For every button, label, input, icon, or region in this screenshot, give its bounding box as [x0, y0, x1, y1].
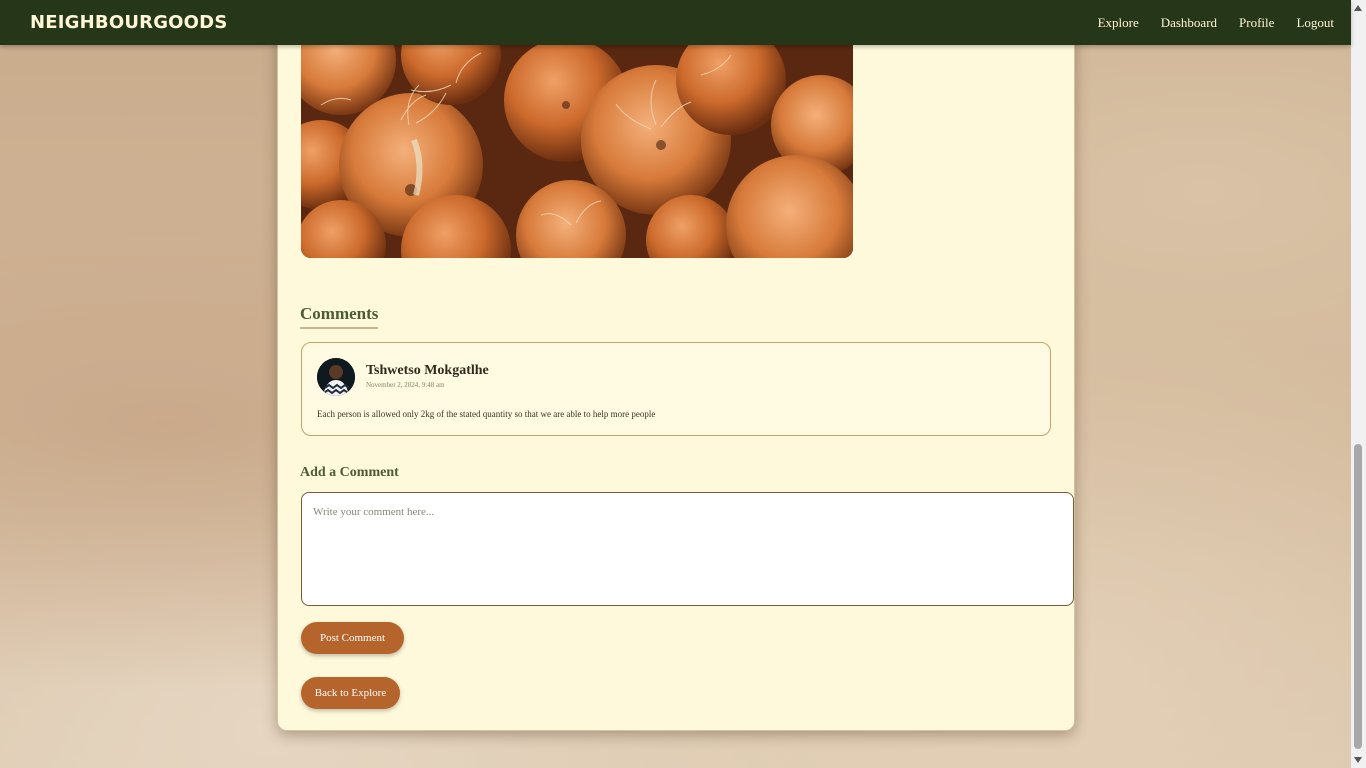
comment-text: Each person is allowed only 2kg of the s… — [317, 409, 656, 419]
scroll-down-arrow-icon[interactable] — [1354, 757, 1362, 763]
nav-link-logout[interactable]: Logout — [1296, 15, 1334, 31]
nav-link-dashboard[interactable]: Dashboard — [1161, 15, 1217, 31]
post-image — [301, 45, 853, 258]
scroll-up-arrow-icon[interactable] — [1354, 5, 1362, 11]
back-to-explore-button[interactable]: Back to Explore — [301, 677, 400, 709]
nav-link-profile[interactable]: Profile — [1239, 15, 1274, 31]
comment-author: Tshwetso Mokgatlhe — [366, 363, 489, 378]
comments-heading: Comments — [300, 304, 379, 329]
nav-link-explore[interactable]: Explore — [1098, 15, 1139, 31]
brand-logo[interactable]: NEIGHBOURGOODS — [30, 12, 227, 33]
comment-card: Tshwetso Mokgatlhe November 2, 2024, 9:4… — [301, 342, 1051, 436]
avatar[interactable] — [317, 358, 355, 396]
nav-links: Explore Dashboard Profile Logout — [1076, 15, 1334, 31]
onions-photo — [301, 45, 853, 258]
post-comment-button[interactable]: Post Comment — [301, 622, 404, 654]
add-comment-heading: Add a Comment — [300, 465, 399, 480]
user-avatar-image — [317, 358, 355, 396]
scroll-thumb[interactable] — [1354, 444, 1362, 749]
comment-timestamp: November 2, 2024, 9:48 am — [366, 381, 445, 389]
top-navbar: NEIGHBOURGOODS Explore Dashboard Profile… — [0, 0, 1351, 45]
page-scrollbar[interactable] — [1351, 0, 1366, 768]
comment-textarea[interactable] — [301, 492, 1074, 606]
